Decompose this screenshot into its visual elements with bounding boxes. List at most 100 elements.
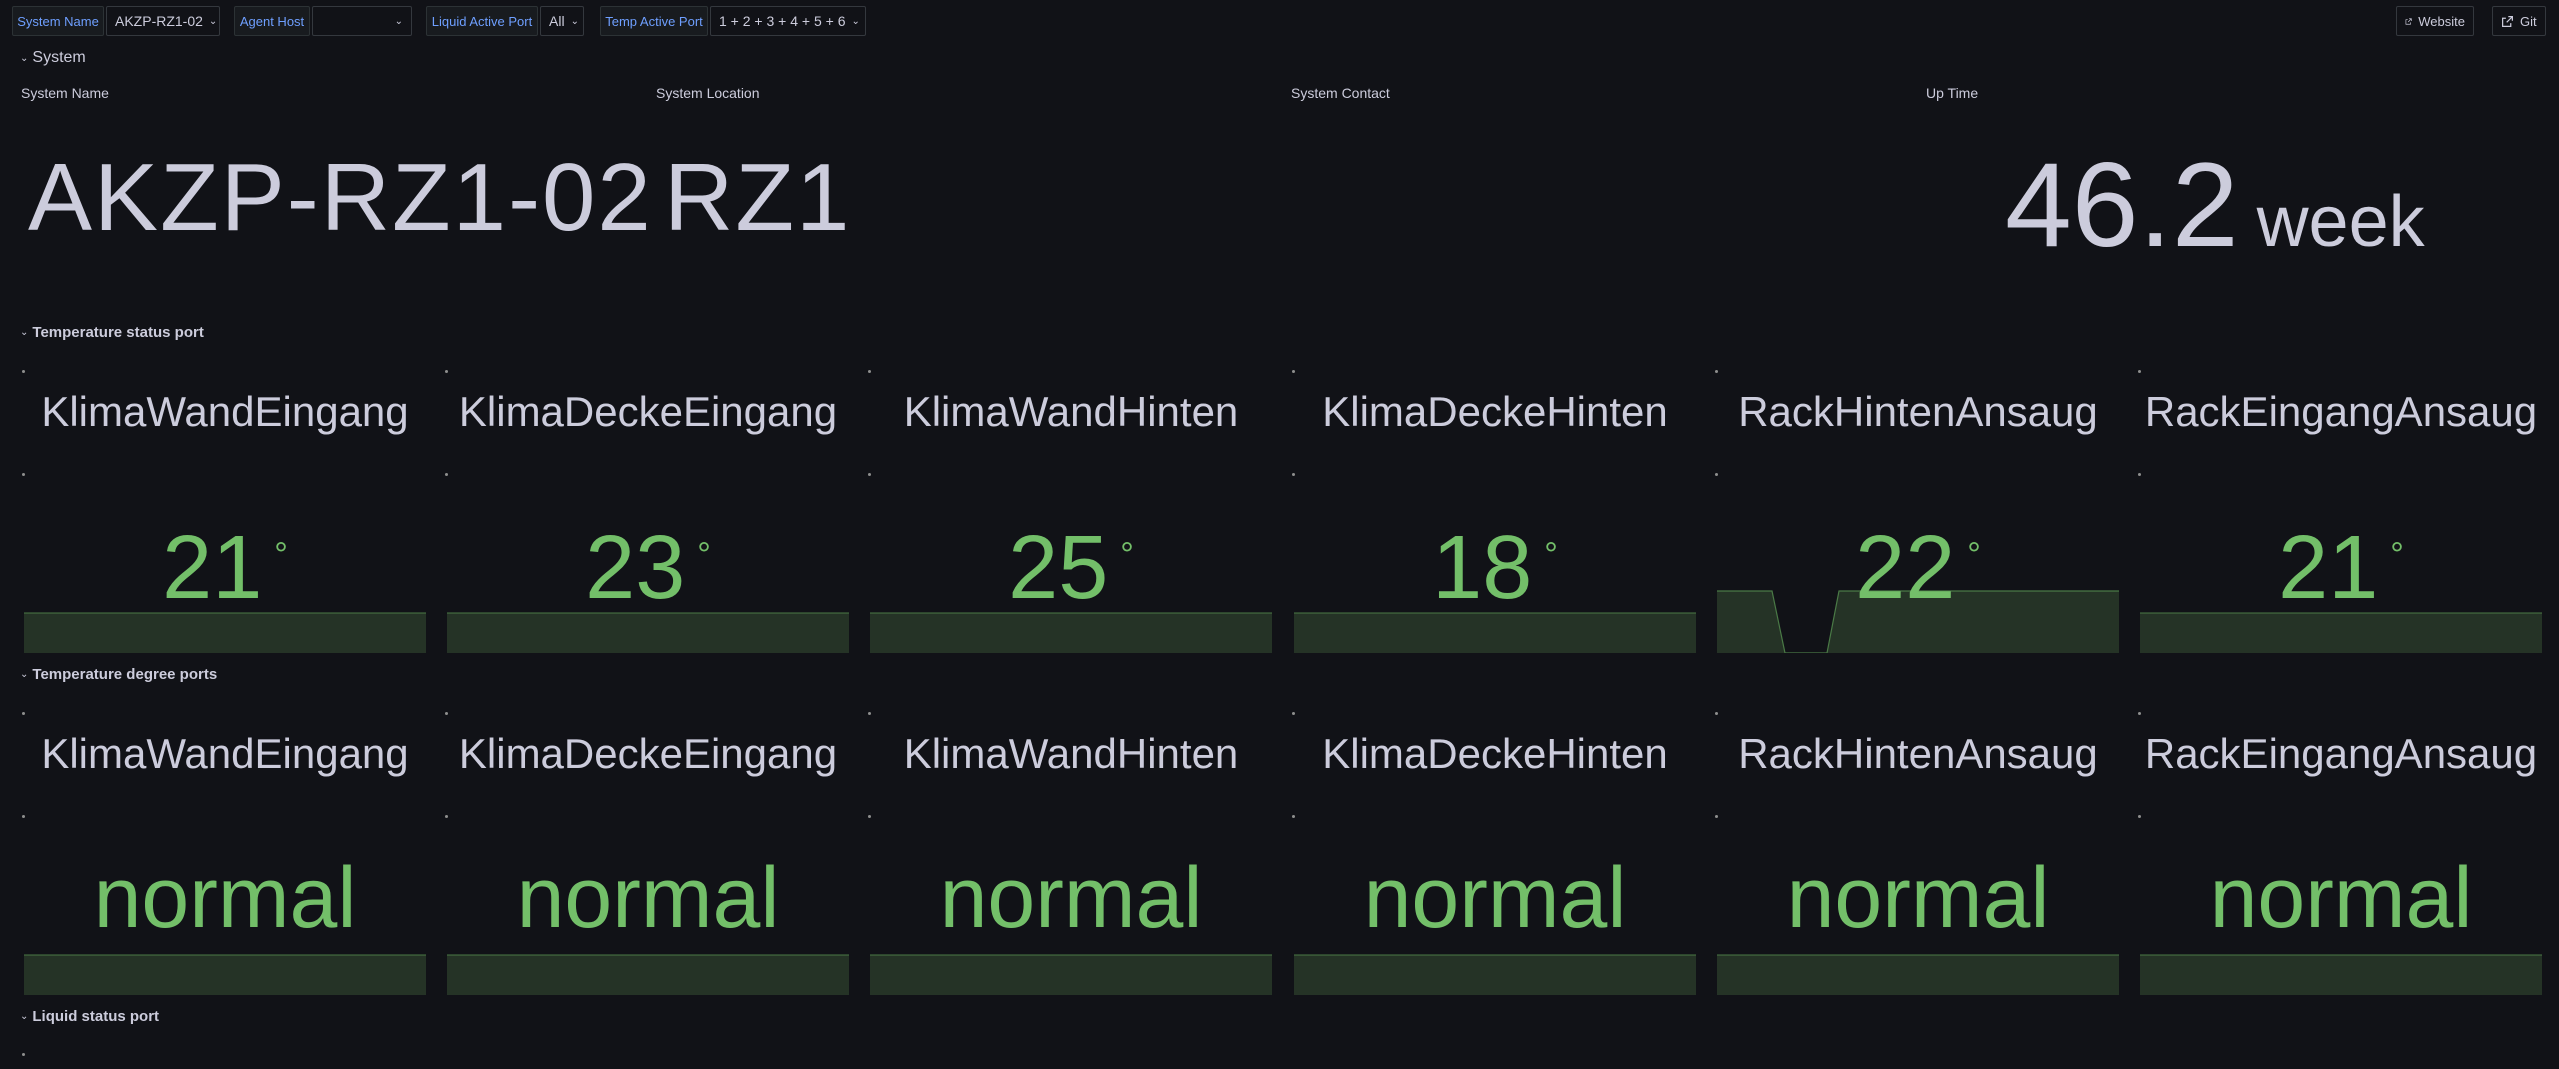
panel-sensor-label: KlimaDeckeEingang bbox=[458, 730, 838, 777]
panel-drag-dot bbox=[1715, 473, 1718, 476]
panel-drag-dot bbox=[22, 712, 25, 715]
panel-drag-dot bbox=[2138, 473, 2141, 476]
panel-drag-dot bbox=[868, 712, 871, 715]
system-contact-panel-title: System Contact bbox=[1291, 85, 1390, 101]
panel-sensor-label: KlimaDeckeEingang bbox=[458, 388, 838, 435]
panel-sensor-label: RackHintenAnsaug bbox=[1738, 388, 2098, 435]
panel-stat-value: 21 ° bbox=[2140, 523, 2542, 613]
temperature-stat-panel-5[interactable]: RackHintenAnsaug 22 ° bbox=[1715, 368, 2119, 673]
status-stat-panel-3[interactable]: KlimaWandHinten normal bbox=[868, 710, 1272, 1015]
panel-stat-unit: ° bbox=[1967, 536, 1981, 574]
row-header-system[interactable]: ⌄ System bbox=[20, 46, 86, 70]
chevron-down-icon: ⌄ bbox=[851, 15, 860, 27]
panel-sensor-label: RackEingangAnsaug bbox=[2144, 730, 2538, 777]
panel-sensor-label: KlimaWandHinten bbox=[903, 388, 1239, 435]
row-title: Temperature degree ports bbox=[32, 665, 218, 683]
system-name-panel-title: System Name bbox=[21, 85, 109, 101]
panel-stat-value: normal bbox=[1717, 855, 2119, 941]
system-name-select-value: AKZP-RZ1-02 bbox=[115, 13, 203, 29]
panel-sensor-label: RackHintenAnsaug bbox=[1738, 730, 2098, 777]
panel-drag-dot bbox=[1292, 473, 1295, 476]
system-name-select[interactable]: AKZP-RZ1-02 ⌄ bbox=[106, 6, 220, 36]
git-link-label: Git bbox=[2520, 13, 2537, 29]
row-header-temperature-status[interactable]: ⌄ Temperature status port bbox=[20, 320, 204, 344]
chevron-down-icon: ⌄ bbox=[394, 15, 403, 27]
status-stat-panel-1[interactable]: KlimaWandEingang normal bbox=[22, 710, 426, 1015]
website-link-label: Website bbox=[2418, 13, 2465, 29]
temp-port-select-value: 1 + 2 + 3 + 4 + 5 + 6 bbox=[719, 13, 846, 29]
panel-sensor-label: KlimaWandEingang bbox=[41, 730, 409, 777]
row-title: Liquid status port bbox=[32, 1007, 160, 1025]
panel-drag-dot bbox=[868, 370, 871, 373]
panel-drag-dot bbox=[22, 815, 25, 818]
panel-stat-number: 18 bbox=[1432, 518, 1533, 618]
panel-drag-dot bbox=[1292, 712, 1295, 715]
agent-host-variable-label: Agent Host bbox=[234, 6, 310, 36]
panel-stat-unit: ° bbox=[274, 536, 288, 574]
liquid-port-select[interactable]: All ⌄ bbox=[540, 6, 584, 36]
panel-stat-value: normal bbox=[870, 855, 1272, 941]
row-title: System bbox=[32, 49, 86, 66]
panel-stat-number: 21 bbox=[162, 518, 263, 618]
panel-drag-dot bbox=[22, 370, 25, 373]
panel-drag-dot bbox=[445, 712, 448, 715]
panel-stat-value: normal bbox=[447, 855, 849, 941]
temperature-stat-panel-4[interactable]: KlimaDeckeHinten 18 ° bbox=[1292, 368, 1696, 673]
chevron-down-icon: ⌄ bbox=[20, 52, 29, 64]
panel-stat-value: normal bbox=[24, 855, 426, 941]
row-header-liquid-status[interactable]: ⌄ Liquid status port bbox=[20, 1004, 159, 1028]
temperature-stat-panel-2[interactable]: KlimaDeckeEingang 23 ° bbox=[445, 368, 849, 673]
row-title: Temperature status port bbox=[32, 323, 204, 341]
website-link-button[interactable]: Website bbox=[2396, 6, 2474, 36]
temp-port-variable-label: Temp Active Port bbox=[600, 6, 708, 36]
panel-drag-dot bbox=[1715, 370, 1718, 373]
panel-stat-number: normal bbox=[939, 850, 1203, 946]
temperature-stat-panel-6[interactable]: RackEingangAnsaug 21 ° bbox=[2138, 368, 2542, 673]
system-name-variable-label: System Name bbox=[12, 6, 104, 36]
chevron-down-icon: ⌄ bbox=[20, 1010, 29, 1022]
panel-stat-value: 25 ° bbox=[870, 523, 1272, 613]
panel-drag-dot bbox=[22, 1053, 25, 1056]
panel-stat-value: normal bbox=[2140, 855, 2542, 941]
chevron-down-icon: ⌄ bbox=[570, 15, 579, 27]
panel-stat-unit: ° bbox=[1120, 536, 1134, 574]
panel-stat-unit: ° bbox=[697, 536, 711, 574]
panel-stat-number: normal bbox=[516, 850, 780, 946]
panel-drag-dot bbox=[1715, 712, 1718, 715]
panel-stat-number: 22 bbox=[1855, 518, 1956, 618]
panel-drag-dot bbox=[445, 815, 448, 818]
chevron-down-icon: ⌄ bbox=[20, 326, 29, 338]
liquid-port-variable-label: Liquid Active Port bbox=[426, 6, 538, 36]
panel-drag-dot bbox=[868, 815, 871, 818]
status-stat-panel-2[interactable]: KlimaDeckeEingang normal bbox=[445, 710, 849, 1015]
panel-stat-value: 23 ° bbox=[447, 523, 849, 613]
panel-stat-number: normal bbox=[1363, 850, 1627, 946]
temperature-stat-panel-3[interactable]: KlimaWandHinten 25 ° bbox=[868, 368, 1272, 673]
status-stat-panel-5[interactable]: RackHintenAnsaug normal bbox=[1715, 710, 2119, 1015]
panel-drag-dot bbox=[2138, 815, 2141, 818]
panel-drag-dot bbox=[445, 473, 448, 476]
system-location-value: RZ1 bbox=[664, 144, 852, 251]
panel-sensor-label: KlimaWandHinten bbox=[903, 730, 1239, 777]
panel-drag-dot bbox=[1715, 815, 1718, 818]
panel-stat-value: normal bbox=[1294, 855, 1696, 941]
panel-drag-dot bbox=[1292, 815, 1295, 818]
temp-port-select[interactable]: 1 + 2 + 3 + 4 + 5 + 6 ⌄ bbox=[710, 6, 866, 36]
panel-drag-dot bbox=[1292, 370, 1295, 373]
uptime-panel-title: Up Time bbox=[1926, 85, 1979, 101]
panel-stat-number: 23 bbox=[585, 518, 686, 618]
variables-bar: System Name AKZP-RZ1-02 ⌄ Agent Host ⌄ L… bbox=[0, 0, 2559, 40]
git-link-button[interactable]: Git bbox=[2492, 6, 2546, 36]
status-stat-panel-6[interactable]: RackEingangAnsaug normal bbox=[2138, 710, 2542, 1015]
chevron-down-icon: ⌄ bbox=[208, 15, 218, 27]
agent-host-select[interactable]: ⌄ bbox=[312, 6, 412, 36]
panel-sensor-label: KlimaDeckeHinten bbox=[1322, 388, 1668, 435]
temperature-stat-panel-1[interactable]: KlimaWandEingang 21 ° bbox=[22, 368, 426, 673]
panel-drag-dot bbox=[445, 370, 448, 373]
panel-stat-number: normal bbox=[2209, 850, 2473, 946]
row-header-temperature-degree[interactable]: ⌄ Temperature degree ports bbox=[20, 662, 217, 686]
status-stat-panel-4[interactable]: KlimaDeckeHinten normal bbox=[1292, 710, 1696, 1015]
panel-stat-value: 18 ° bbox=[1294, 523, 1696, 613]
uptime-value: 46.2 bbox=[2005, 138, 2239, 272]
external-link-icon bbox=[2502, 15, 2513, 27]
